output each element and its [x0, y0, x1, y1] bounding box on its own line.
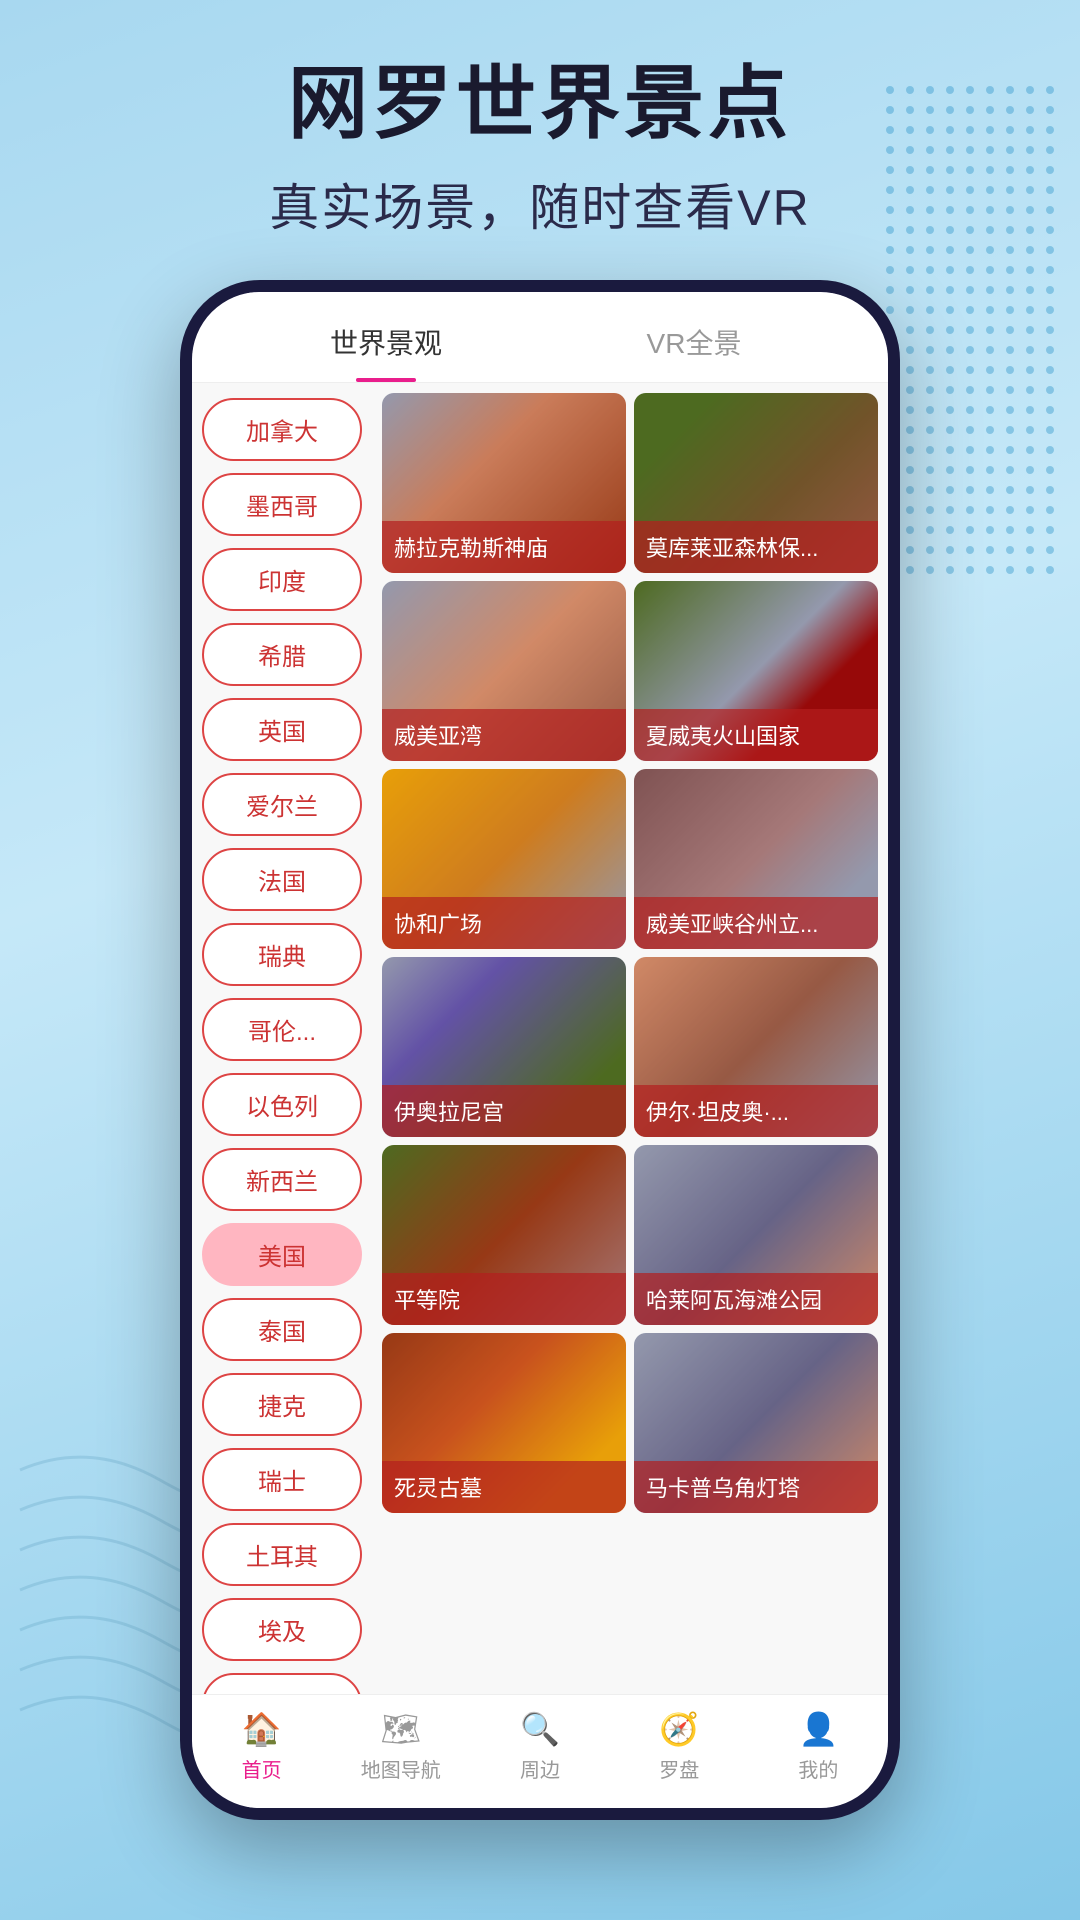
sidebar-item-colombia[interactable]: 哥伦... [202, 998, 362, 1061]
sidebar-item-greece[interactable]: 希腊 [202, 623, 362, 686]
nav-item-nearby[interactable]: 🔍 周边 [470, 1710, 609, 1783]
grid-item-macapuu[interactable]: 马卡普乌角灯塔 [634, 1333, 878, 1513]
sidebar-item-argentina[interactable]: 阿根廷 [202, 1673, 362, 1694]
nav-item-map[interactable]: 🗺 地图导航 [331, 1710, 470, 1783]
nav-label-nearby: 周边 [520, 1754, 560, 1783]
phone-screen: 世界景观 VR全景 加拿大墨西哥印度希腊英国爱尔兰法国瑞典哥伦... 以色列新西兰… [192, 292, 888, 1808]
tabs-bar: 世界景观 VR全景 [192, 292, 888, 383]
bottom-navigation: 🏠 首页 🗺 地图导航 🔍 周边 🧭 罗盘 👤 我的 [192, 1694, 888, 1808]
grid-item-ilpibao[interactable]: 伊尔·坦皮奥·... [634, 957, 878, 1137]
grid-item-label-mokuleia: 莫库莱亚森林保... [634, 521, 878, 573]
grid-item-waimea_canyon[interactable]: 威美亚峡谷州立... [634, 769, 878, 949]
sidebar-item-sweden[interactable]: 瑞典 [202, 923, 362, 986]
nav-item-home[interactable]: 🏠 首页 [192, 1710, 331, 1783]
sidebar-item-egypt[interactable]: 埃及 [202, 1598, 362, 1661]
grid-item-label-waimea_canyon: 威美亚峡谷州立... [634, 897, 878, 949]
sidebar-item-turkey[interactable]: 土耳其 [202, 1523, 362, 1586]
grid-item-label-ilpibao: 伊尔·坦皮奥·... [634, 1085, 878, 1137]
grid-item-byodoin[interactable]: 平等院 [382, 1145, 626, 1325]
nav-label-home: 首页 [242, 1754, 282, 1783]
volume-up-button [180, 672, 192, 772]
grid-item-hercules[interactable]: 赫拉克勒斯神庙 [382, 393, 626, 573]
grid-item-mokuleia[interactable]: 莫库莱亚森林保... [634, 393, 878, 573]
mute-button [180, 572, 192, 632]
sidebar-item-canada[interactable]: 加拿大 [202, 398, 362, 461]
grid-item-label-tomb: 死灵古墓 [382, 1461, 626, 1513]
home-icon: 🏠 [242, 1710, 282, 1748]
tab-vr-panorama[interactable]: VR全景 [540, 322, 848, 382]
grid-item-label-macapuu: 马卡普乌角灯塔 [634, 1461, 878, 1513]
map-icon: 🗺 [380, 1710, 421, 1748]
grid-item-tomb[interactable]: 死灵古墓 [382, 1333, 626, 1513]
grid-item-hawaii_volc[interactable]: 夏威夷火山国家 [634, 581, 878, 761]
nav-item-compass[interactable]: 🧭 罗盘 [610, 1710, 749, 1783]
nearby-icon: 🔍 [520, 1710, 560, 1748]
sidebar-item-uk[interactable]: 英国 [202, 698, 362, 761]
volume-down-button [180, 802, 192, 902]
nav-label-compass: 罗盘 [659, 1754, 699, 1783]
sidebar-item-ireland[interactable]: 爱尔兰 [202, 773, 362, 836]
sidebar-item-switzerland[interactable]: 瑞士 [202, 1448, 362, 1511]
profile-icon: 👤 [798, 1710, 838, 1748]
scenery-grid: 赫拉克勒斯神庙莫库莱亚森林保... 威美亚湾夏威夷火山国家协和广场威美亚峡谷州立.… [372, 383, 888, 1694]
sidebar-item-india[interactable]: 印度 [202, 548, 362, 611]
grid-item-label-iolani: 伊奥拉尼宫 [382, 1085, 626, 1137]
grid-item-label-concordia: 协和广场 [382, 897, 626, 949]
sidebar-item-israel[interactable]: 以色列 [202, 1073, 362, 1136]
grid-item-label-hercules: 赫拉克勒斯神庙 [382, 521, 626, 573]
grid-item-label-waimea_bay: 威美亚湾 [382, 709, 626, 761]
country-sidebar[interactable]: 加拿大墨西哥印度希腊英国爱尔兰法国瑞典哥伦... 以色列新西兰美国泰国捷克瑞士土耳… [192, 383, 372, 1694]
grid-item-label-haleakala: 哈莱阿瓦海滩公园 [634, 1273, 878, 1325]
nav-label-profile: 我的 [798, 1754, 838, 1783]
sidebar-item-czech[interactable]: 捷克 [202, 1373, 362, 1436]
sidebar-item-newzealand[interactable]: 新西兰 [202, 1148, 362, 1211]
nav-item-profile[interactable]: 👤 我的 [749, 1710, 888, 1783]
grid-item-label-byodoin: 平等院 [382, 1273, 626, 1325]
grid-item-waimea_bay[interactable]: 威美亚湾 [382, 581, 626, 761]
grid-item-haleakala[interactable]: 哈莱阿瓦海滩公园 [634, 1145, 878, 1325]
power-button [888, 692, 900, 772]
phone-mockup: 世界景观 VR全景 加拿大墨西哥印度希腊英国爱尔兰法国瑞典哥伦... 以色列新西兰… [180, 280, 900, 1820]
nav-label-map: 地图导航 [361, 1754, 441, 1783]
grid-item-concordia[interactable]: 协和广场 [382, 769, 626, 949]
sidebar-item-thailand[interactable]: 泰国 [202, 1298, 362, 1361]
tab-world-scenery[interactable]: 世界景观 [232, 322, 540, 382]
compass-icon: 🧭 [659, 1710, 699, 1748]
sidebar-item-france[interactable]: 法国 [202, 848, 362, 911]
sidebar-item-mexico[interactable]: 墨西哥 [202, 473, 362, 536]
grid-item-iolani[interactable]: 伊奥拉尼宫 [382, 957, 626, 1137]
sidebar-item-usa[interactable]: 美国 [202, 1223, 362, 1286]
grid-item-label-hawaii_volc: 夏威夷火山国家 [634, 709, 878, 761]
content-area: 加拿大墨西哥印度希腊英国爱尔兰法国瑞典哥伦... 以色列新西兰美国泰国捷克瑞士土耳… [192, 383, 888, 1694]
